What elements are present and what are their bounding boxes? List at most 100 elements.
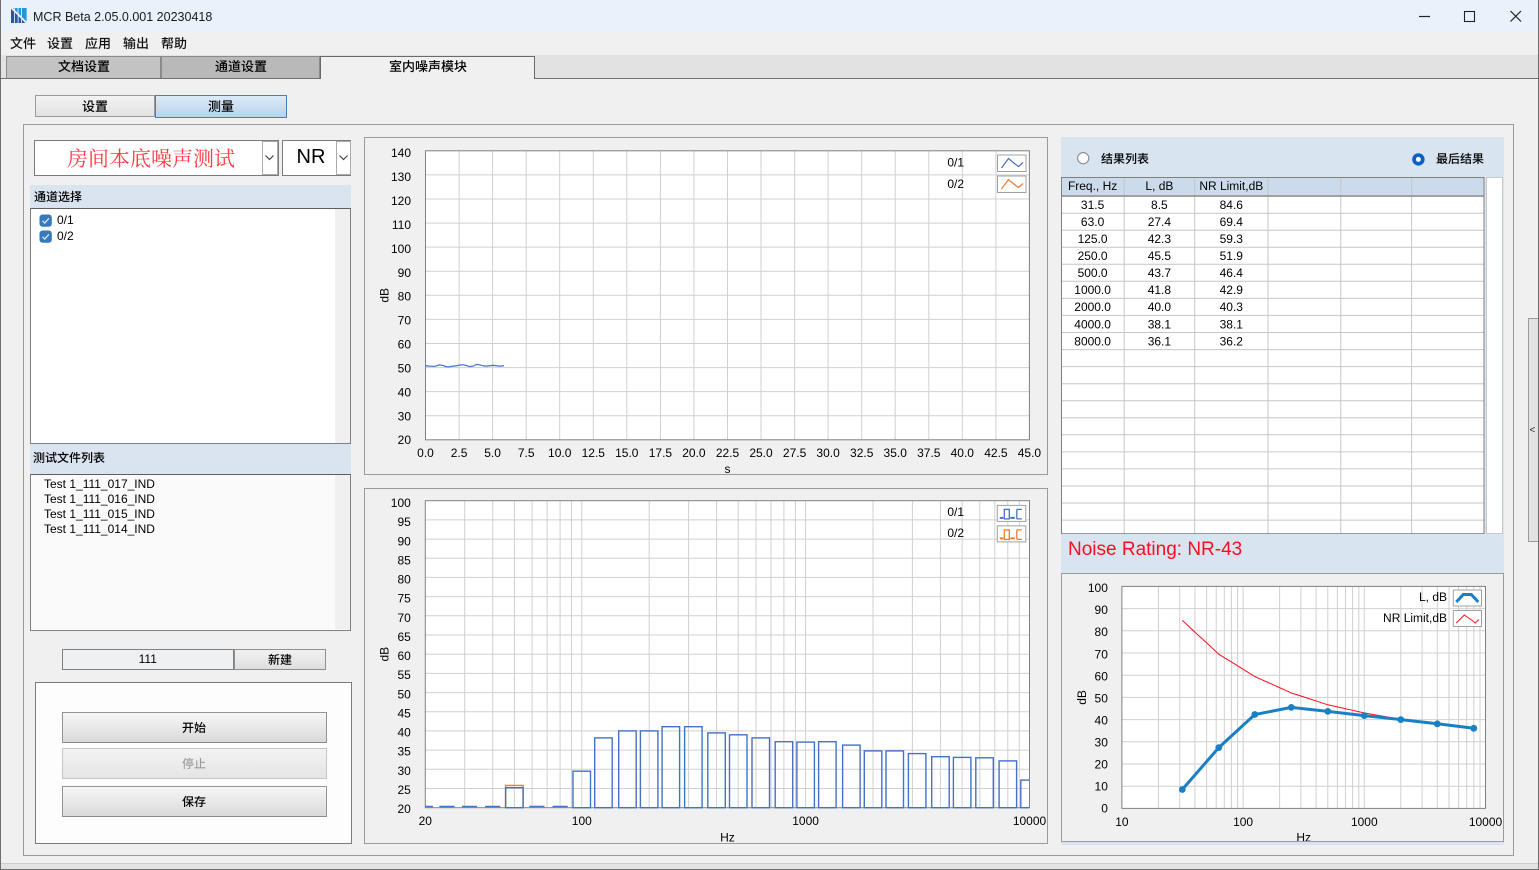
svg-text:2000.0: 2000.0 [1075, 300, 1112, 314]
svg-text:2.5: 2.5 [451, 446, 468, 460]
svg-text:100: 100 [391, 241, 411, 255]
svg-text:20.0: 20.0 [682, 446, 706, 460]
svg-text:41.8: 41.8 [1148, 283, 1172, 297]
svg-text:22.5: 22.5 [716, 446, 740, 460]
svg-text:50: 50 [398, 361, 412, 375]
svg-text:50: 50 [397, 688, 411, 702]
svg-text:27.5: 27.5 [783, 446, 807, 460]
svg-text:500.0: 500.0 [1078, 266, 1108, 280]
svg-text:125.0: 125.0 [1078, 232, 1108, 246]
svg-text:40.0: 40.0 [1148, 300, 1172, 314]
svg-text:40.3: 40.3 [1220, 300, 1244, 314]
svg-text:140: 140 [391, 146, 411, 160]
svg-text:5.0: 5.0 [484, 446, 501, 460]
svg-text:100: 100 [572, 814, 592, 828]
svg-text:65: 65 [397, 630, 411, 644]
svg-text:s: s [725, 461, 731, 474]
svg-text:42.9: 42.9 [1220, 283, 1244, 297]
svg-text:1000.0: 1000.0 [1075, 283, 1112, 297]
svg-text:80: 80 [397, 573, 411, 587]
svg-text:110: 110 [392, 218, 411, 232]
svg-text:35: 35 [397, 745, 411, 759]
svg-text:Hz: Hz [720, 831, 735, 843]
svg-text:0/2: 0/2 [947, 526, 964, 540]
svg-text:36.2: 36.2 [1220, 334, 1244, 348]
svg-text:10000: 10000 [1013, 814, 1047, 828]
svg-text:dB: dB [378, 287, 392, 302]
svg-text:20: 20 [397, 802, 411, 816]
svg-text:0/1: 0/1 [947, 505, 964, 519]
svg-text:43.7: 43.7 [1148, 266, 1172, 280]
svg-text:1000: 1000 [1351, 814, 1378, 828]
svg-text:dB: dB [1075, 690, 1089, 705]
svg-text:46.4: 46.4 [1220, 266, 1244, 280]
svg-text:90: 90 [397, 535, 411, 549]
svg-text:120: 120 [391, 194, 411, 208]
svg-text:27.4: 27.4 [1148, 215, 1172, 229]
svg-text:0/2: 0/2 [947, 177, 964, 191]
svg-text:50: 50 [1095, 691, 1109, 705]
svg-text:95: 95 [397, 515, 411, 529]
svg-text:8000.0: 8000.0 [1075, 334, 1112, 348]
svg-text:7.5: 7.5 [518, 446, 535, 460]
svg-text:10: 10 [1095, 779, 1109, 793]
svg-text:90: 90 [398, 265, 412, 279]
svg-text:12.5: 12.5 [582, 446, 606, 460]
svg-text:84.6: 84.6 [1220, 198, 1244, 212]
svg-text:42.3: 42.3 [1148, 232, 1172, 246]
svg-text:25: 25 [397, 783, 411, 797]
svg-text:1000: 1000 [792, 814, 819, 828]
svg-text:55: 55 [397, 668, 411, 682]
svg-text:30: 30 [397, 764, 411, 778]
svg-text:45: 45 [397, 707, 411, 721]
svg-text:40: 40 [397, 726, 411, 740]
svg-text:40.0: 40.0 [951, 446, 975, 460]
svg-text:45.0: 45.0 [1018, 446, 1042, 460]
svg-text:15.0: 15.0 [615, 446, 639, 460]
svg-text:37.5: 37.5 [917, 446, 941, 460]
svg-text:0/1: 0/1 [947, 155, 964, 169]
svg-text:70: 70 [397, 611, 411, 625]
svg-text:35.0: 35.0 [884, 446, 908, 460]
svg-text:20: 20 [419, 814, 433, 828]
svg-text:40: 40 [398, 385, 412, 399]
svg-text:70: 70 [398, 313, 412, 327]
svg-text:32.5: 32.5 [850, 446, 874, 460]
svg-text:60: 60 [397, 649, 411, 663]
svg-text:4000.0: 4000.0 [1075, 317, 1112, 331]
svg-text:60: 60 [1095, 669, 1109, 683]
svg-text:NR Limit,dB: NR Limit,dB [1383, 611, 1447, 625]
svg-text:10: 10 [1115, 814, 1129, 828]
svg-text:17.5: 17.5 [649, 446, 673, 460]
svg-text:36.1: 36.1 [1148, 334, 1172, 348]
svg-text:NR Limit,dB: NR Limit,dB [1200, 179, 1264, 193]
svg-text:30: 30 [398, 409, 412, 423]
svg-text:L, dB: L, dB [1146, 179, 1174, 193]
svg-text:100: 100 [391, 496, 411, 510]
svg-text:63.0: 63.0 [1081, 215, 1105, 229]
svg-text:59.3: 59.3 [1220, 232, 1244, 246]
svg-text:30.0: 30.0 [816, 446, 840, 460]
svg-text:70: 70 [1095, 647, 1109, 661]
svg-text:51.9: 51.9 [1220, 249, 1244, 263]
svg-text:42.5: 42.5 [984, 446, 1008, 460]
svg-text:25.0: 25.0 [749, 446, 773, 460]
svg-text:250.0: 250.0 [1078, 249, 1108, 263]
svg-text:130: 130 [391, 170, 411, 184]
svg-text:38.1: 38.1 [1148, 317, 1172, 331]
svg-text:dB: dB [377, 647, 391, 662]
svg-text:10.0: 10.0 [548, 446, 572, 460]
svg-text:40: 40 [1095, 713, 1109, 727]
svg-text:Freq., Hz: Freq., Hz [1068, 179, 1117, 193]
svg-text:100: 100 [1088, 581, 1108, 595]
svg-text:30: 30 [1095, 735, 1109, 749]
svg-text:80: 80 [1095, 625, 1109, 639]
svg-text:80: 80 [398, 289, 412, 303]
svg-text:90: 90 [1095, 603, 1109, 617]
svg-text:10000: 10000 [1469, 814, 1503, 828]
svg-text:60: 60 [398, 337, 412, 351]
svg-text:75: 75 [397, 592, 411, 606]
svg-text:20: 20 [1095, 757, 1109, 771]
svg-text:45.5: 45.5 [1148, 249, 1172, 263]
svg-text:L, dB: L, dB [1419, 589, 1447, 603]
